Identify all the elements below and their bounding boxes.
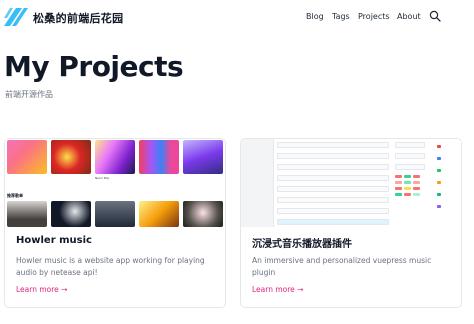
indicator-dot <box>437 181 441 184</box>
project-description: Howler music is a website app working fo… <box>16 256 205 277</box>
nav-link-about[interactable]: About <box>397 12 421 21</box>
indicator-dot <box>437 193 441 196</box>
color-chip <box>404 181 411 184</box>
album-caption: Neon Pop <box>95 176 110 180</box>
color-chip <box>395 187 402 190</box>
list-row <box>277 197 389 203</box>
indicator-dot <box>437 145 441 148</box>
howler-music-screenshot[interactable]: Neon Pop 推荐歌单 <box>5 139 225 227</box>
list-row <box>277 142 389 148</box>
color-chip <box>404 187 411 190</box>
color-chip <box>413 193 420 196</box>
album-cover <box>95 140 135 174</box>
indicator-dot <box>437 169 441 172</box>
color-chip <box>404 175 411 178</box>
section-label: 推荐歌单 <box>7 193 23 198</box>
site-title[interactable]: 松桑的前端后花园 <box>33 10 123 26</box>
album-cover <box>139 140 179 174</box>
nav-link-tags[interactable]: Tags <box>332 12 350 21</box>
progress-row <box>277 219 389 225</box>
nav-link-blog[interactable]: Blog <box>306 12 324 21</box>
album-cover <box>139 201 179 227</box>
album-cover <box>51 201 91 227</box>
indicator-dot <box>437 205 441 208</box>
album-cover <box>183 201 223 227</box>
indicator-dot <box>437 157 441 160</box>
moon-icon[interactable] <box>451 10 463 22</box>
nav-link-projects[interactable]: Projects <box>358 12 390 21</box>
album-cover <box>7 140 47 174</box>
learn-more-link[interactable]: Learn more → <box>252 285 303 294</box>
list-row <box>395 153 425 159</box>
list-row <box>277 153 389 159</box>
color-chip <box>395 175 402 178</box>
search-icon[interactable] <box>429 10 441 22</box>
color-chip <box>395 193 402 196</box>
color-chip <box>395 181 402 184</box>
color-chip <box>413 187 420 190</box>
learn-more-link[interactable]: Learn more → <box>16 285 67 294</box>
list-row <box>395 164 425 170</box>
project-card-music-plugin[interactable]: 沉浸式音乐播放器插件 An immersive and personalized… <box>240 138 462 308</box>
page-title: My Projects <box>4 50 184 83</box>
list-row <box>277 186 389 192</box>
project-card-howler-music[interactable]: Neon Pop 推荐歌单 Howler music Howler music … <box>4 138 226 308</box>
project-title[interactable]: Howler music <box>16 235 92 246</box>
project-description: An immersive and personalized vuepress m… <box>252 256 432 277</box>
striped-logo-icon[interactable] <box>4 8 28 26</box>
list-row <box>277 175 389 181</box>
album-cover <box>183 140 223 174</box>
project-title[interactable]: 沉浸式音乐播放器插件 <box>252 235 352 250</box>
album-cover <box>7 201 47 227</box>
site-header: 松桑的前端后花园 Blog Tags Projects About <box>0 0 474 36</box>
list-row <box>277 208 389 214</box>
music-plugin-screenshot[interactable] <box>241 139 461 227</box>
color-chip <box>404 193 411 196</box>
album-cover <box>51 140 91 174</box>
page-subtitle: 前端开源作品 <box>5 90 53 99</box>
list-row <box>277 164 389 170</box>
album-cover <box>95 201 135 227</box>
color-chip <box>413 181 420 184</box>
color-chip <box>413 175 420 178</box>
list-row <box>395 142 425 148</box>
